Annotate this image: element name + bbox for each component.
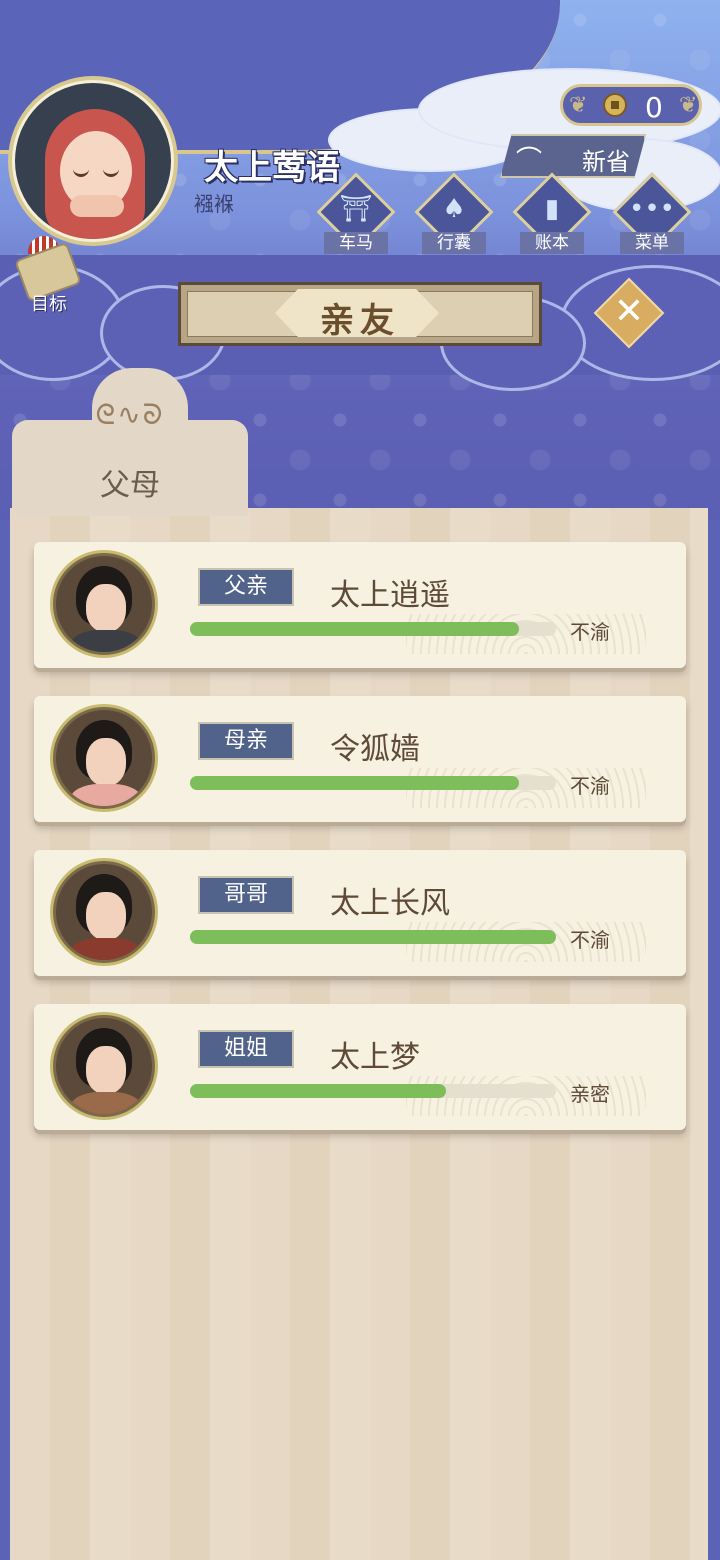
title-banner: 亲友 <box>178 282 542 346</box>
player-life-stage: 襁褓 <box>194 192 234 216</box>
menu-label: 账本 <box>520 232 584 254</box>
carriage-icon: ⛩ <box>339 194 373 224</box>
relative-name: 令狐嫱 <box>330 732 420 767</box>
affinity-bar <box>190 1084 556 1098</box>
relation-status: 亲密 <box>570 1082 610 1106</box>
relation-badge: 姐姐 <box>198 1030 294 1068</box>
relation-status: 不渝 <box>570 928 610 952</box>
affinity-fill <box>190 776 519 790</box>
relative-name: 太上逍遥 <box>330 578 450 613</box>
relation-status: 不渝 <box>570 774 610 798</box>
relative-portrait <box>50 550 158 658</box>
menu-label: 菜单 <box>620 232 684 254</box>
iron-icon: ⌒ <box>516 146 543 176</box>
close-icon[interactable]: ✕ <box>604 288 654 338</box>
menu-more-button[interactable]: ••• 菜单 <box>612 172 692 260</box>
relative-card[interactable]: 哥哥 太上长风 不渝 <box>34 850 686 976</box>
bamboo-icon: ❦ <box>679 93 698 118</box>
affinity-bar <box>190 622 556 636</box>
affinity-bar <box>190 930 556 944</box>
swirl-icon: ᘓ∿ᘐ <box>95 398 165 431</box>
player-avatar[interactable] <box>8 76 178 246</box>
menu-label: 车马 <box>324 232 388 254</box>
menu-carriage-button[interactable]: ⛩ 车马 <box>316 172 396 260</box>
menu-label: 行囊 <box>422 232 486 254</box>
relative-card[interactable]: 姐姐 太上梦 亲密 <box>34 1004 686 1130</box>
affinity-bar <box>190 776 556 790</box>
relation-status: 不渝 <box>570 620 610 644</box>
menu-bundle-button[interactable]: ♠ 行囊 <box>414 172 494 260</box>
renew-label: 新省 <box>582 148 630 176</box>
bundle-icon: ♠ <box>442 194 466 224</box>
relative-portrait <box>50 704 158 812</box>
tab-label: 父母 <box>100 468 160 503</box>
goal-label: 目标 <box>31 294 67 315</box>
page-title: 亲友 <box>320 301 400 341</box>
relative-name: 太上长风 <box>330 886 450 921</box>
relative-portrait <box>50 858 158 966</box>
coin-count: 0 <box>645 91 663 124</box>
menu-book-button[interactable]: ▮ 账本 <box>512 172 592 260</box>
affinity-fill <box>190 1084 446 1098</box>
book-icon: ▮ <box>544 194 560 224</box>
relative-name: 太上梦 <box>330 1040 420 1075</box>
coin-counter: ❦ 0 ❦ <box>560 84 702 126</box>
affinity-fill <box>190 930 556 944</box>
relative-portrait <box>50 1012 158 1120</box>
affinity-fill <box>190 622 519 636</box>
coin-icon <box>603 93 627 117</box>
relative-card[interactable]: 母亲 令狐嫱 不渝 <box>34 696 686 822</box>
goal-button[interactable]: 目标 <box>14 236 84 318</box>
more-icon: ••• <box>628 194 675 224</box>
relation-badge: 母亲 <box>198 722 294 760</box>
bamboo-icon: ❦ <box>569 93 588 118</box>
relative-card[interactable]: 父亲 太上逍遥 不渝 <box>34 542 686 668</box>
relation-badge: 哥哥 <box>198 876 294 914</box>
renew-button[interactable]: ⌒ 新省 <box>500 134 646 178</box>
relation-badge: 父亲 <box>198 568 294 606</box>
